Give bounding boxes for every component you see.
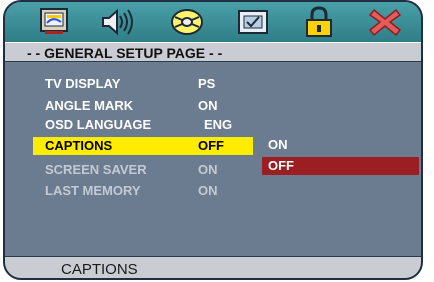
menu-item-value: ON	[198, 98, 218, 113]
menu-item-tv-display[interactable]: TV DISPLAY PS	[5, 75, 265, 93]
menu-item-value: PS	[198, 76, 216, 91]
speaker-audio-icon[interactable]	[97, 5, 137, 39]
submenu-option-off[interactable]: OFF	[262, 157, 419, 175]
menu-item-osd-language[interactable]: OSD LANGUAGE ENG	[5, 116, 265, 134]
menu-item-screen-saver[interactable]: SCREEN SAVER ON	[5, 161, 265, 179]
menu-item-label: LAST MEMORY	[45, 183, 141, 198]
menu-item-value: ON	[198, 162, 218, 177]
page-title: - - GENERAL SETUP PAGE - -	[5, 42, 421, 62]
preference-check-icon[interactable]	[233, 5, 273, 39]
submenu-option-on[interactable]: ON	[262, 136, 419, 154]
menu-item-angle-mark[interactable]: ANGLE MARK ON	[5, 97, 265, 115]
menu-item-value: OFF	[198, 138, 224, 153]
toolbar	[5, 2, 421, 42]
menu-item-label: ANGLE MARK	[45, 98, 134, 113]
tv-display-icon[interactable]	[35, 5, 75, 39]
menu-item-value: ENG	[204, 117, 233, 132]
menu-item-last-memory[interactable]: LAST MEMORY ON	[5, 182, 265, 200]
menu-item-label: SCREEN SAVER	[45, 162, 147, 177]
menu-item-label: OSD LANGUAGE	[45, 117, 152, 132]
menu-item-value: ON	[198, 183, 218, 198]
menu-item-label: CAPTIONS	[45, 138, 113, 153]
disc-video-icon[interactable]	[167, 5, 207, 39]
menu-item-captions[interactable]: CAPTIONS OFF	[33, 137, 253, 155]
status-bar: CAPTIONS	[5, 256, 421, 278]
close-exit-icon[interactable]	[365, 5, 405, 39]
lock-password-icon[interactable]	[299, 5, 339, 39]
menu-item-label: TV DISPLAY	[45, 76, 121, 91]
setup-window: - - GENERAL SETUP PAGE - - TV DISPLAY PS…	[3, 0, 423, 280]
settings-panel: TV DISPLAY PS ANGLE MARK ON OSD LANGUAGE…	[5, 63, 421, 256]
